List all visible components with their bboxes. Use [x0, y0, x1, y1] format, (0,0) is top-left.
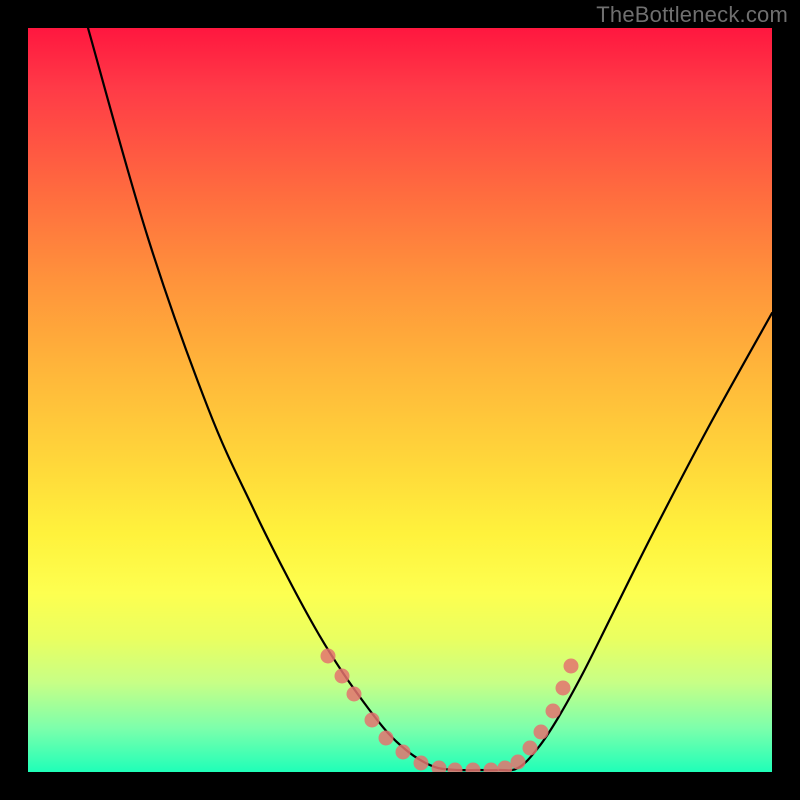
chart-marker — [335, 669, 350, 684]
watermark-text: TheBottleneck.com — [596, 2, 788, 28]
chart-marker — [432, 761, 447, 773]
chart-marker — [484, 763, 499, 773]
chart-marker — [498, 761, 513, 773]
chart-marker — [523, 741, 538, 756]
chart-marker — [564, 659, 579, 674]
chart-marker — [396, 745, 411, 760]
chart-marker — [511, 755, 526, 770]
chart-overlay-svg — [28, 28, 772, 772]
chart-marker — [414, 756, 429, 771]
chart-marker — [365, 713, 380, 728]
chart-marker — [556, 681, 571, 696]
chart-marker — [466, 763, 481, 773]
chart-marker — [321, 649, 336, 664]
chart-marker — [448, 763, 463, 773]
marker-group — [321, 649, 579, 773]
bottleneck-curve — [88, 28, 772, 770]
chart-marker — [546, 704, 561, 719]
chart-marker — [347, 687, 362, 702]
chart-marker — [534, 725, 549, 740]
chart-marker — [379, 731, 394, 746]
chart-stage: TheBottleneck.com — [0, 0, 800, 800]
